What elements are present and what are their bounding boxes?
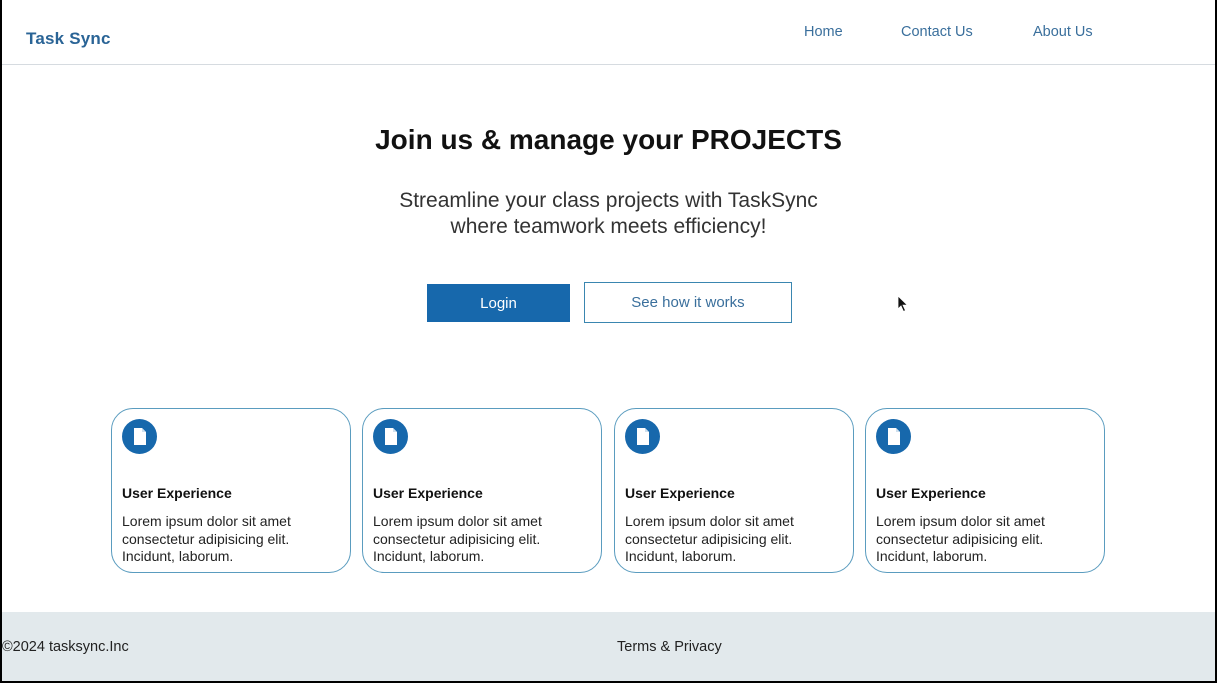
hero-subtitle-line1: Streamline your class projects with Task…: [399, 189, 818, 212]
feature-card: User Experience Lorem ipsum dolor sit am…: [865, 408, 1105, 573]
nav-contact-link[interactable]: Contact Us: [901, 24, 973, 40]
document-icon: [876, 419, 911, 454]
card-title: User Experience: [876, 485, 986, 501]
page: Task Sync Home Contact Us About Us Join …: [2, 0, 1215, 681]
document-icon: [373, 419, 408, 454]
card-description: Lorem ipsum dolor sit amet consectetur a…: [373, 513, 542, 564]
brand-logo[interactable]: Task Sync: [26, 29, 111, 49]
card-description: Lorem ipsum dolor sit amet consectetur a…: [122, 513, 291, 564]
nav-about-link[interactable]: About Us: [1033, 24, 1093, 40]
hero-title: Join us & manage your PROJECTS: [375, 124, 842, 155]
footer: ©2024 tasksync.Inc Terms & Privacy: [2, 612, 1215, 681]
terms-privacy-link[interactable]: Terms & Privacy: [617, 639, 722, 655]
nav-home-link[interactable]: Home: [804, 24, 843, 40]
feature-card: User Experience Lorem ipsum dolor sit am…: [362, 408, 602, 573]
card-title: User Experience: [122, 485, 232, 501]
see-how-it-works-button[interactable]: See how it works: [584, 282, 792, 323]
copyright-text: ©2024 tasksync.Inc: [2, 639, 129, 655]
hero-subtitle-line2: where teamwork meets efficiency!: [450, 215, 767, 238]
feature-card: User Experience Lorem ipsum dolor sit am…: [614, 408, 854, 573]
mouse-pointer-icon: [897, 295, 909, 313]
login-button[interactable]: Login: [427, 284, 570, 322]
header: Task Sync Home Contact Us About Us: [2, 0, 1215, 65]
card-title: User Experience: [625, 485, 735, 501]
card-description: Lorem ipsum dolor sit amet consectetur a…: [876, 513, 1045, 564]
document-icon: [625, 419, 660, 454]
document-icon: [122, 419, 157, 454]
hero-subtitle: Streamline your class projects with Task…: [2, 188, 1215, 240]
card-title: User Experience: [373, 485, 483, 501]
card-description: Lorem ipsum dolor sit amet consectetur a…: [625, 513, 794, 564]
feature-card: User Experience Lorem ipsum dolor sit am…: [111, 408, 351, 573]
